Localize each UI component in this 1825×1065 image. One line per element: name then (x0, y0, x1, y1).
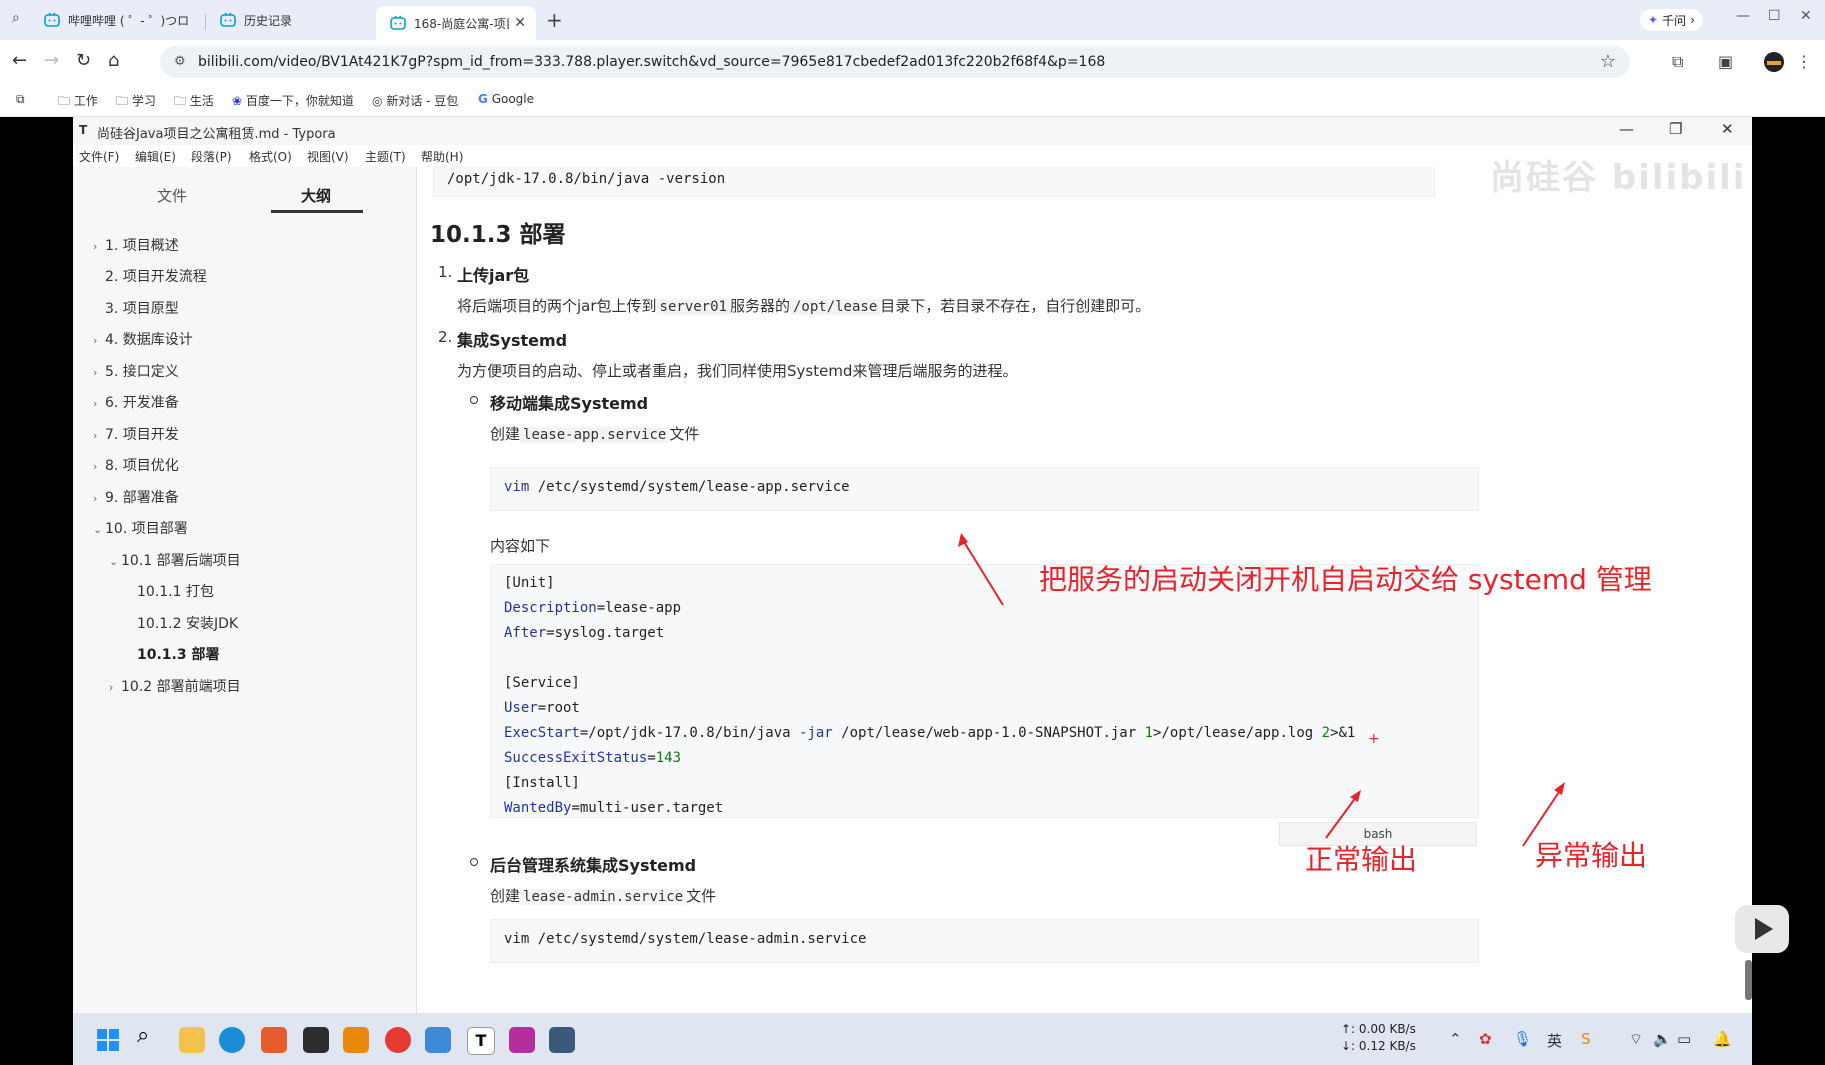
tray-app-icon[interactable]: S (1581, 1030, 1591, 1048)
remote-desktop-icon[interactable] (425, 1027, 451, 1053)
arrow-line (1522, 785, 1564, 847)
chrome-icon[interactable] (385, 1027, 411, 1053)
notification-bell-icon[interactable]: 🔔 (1713, 1030, 1732, 1048)
crosshair-icon: + (1368, 731, 1380, 747)
windows-start-icon[interactable] (95, 1027, 121, 1053)
browser-window: ⌕ 哔哩哔哩 ( ゜- ゜)つロ 历史记录 168-尚庭公寓-项目 ✕ + ✦ … (0, 0, 1825, 1065)
volume-icon[interactable]: 🔈 (1653, 1030, 1672, 1048)
net-download: ↓: 0.12 KB/s (1341, 1039, 1416, 1053)
app-icon[interactable] (261, 1027, 287, 1053)
terminal-icon[interactable] (303, 1027, 329, 1053)
battery-icon[interactable]: ▭ (1677, 1030, 1691, 1048)
intellij-icon[interactable] (509, 1027, 535, 1053)
net-upload: ↑: 0.00 KB/s (1341, 1022, 1416, 1036)
play-button[interactable] (1735, 905, 1789, 953)
taskbar: ⌕ T ↑: 0.00 KB/s ↓: 0.12 KB/s ⌃ ✿ 🎙 英 S … (73, 1013, 1752, 1065)
typora-icon[interactable]: T (467, 1027, 495, 1055)
tray-app-icon[interactable]: ✿ (1479, 1030, 1492, 1048)
arrow-line (960, 536, 1004, 606)
arrowhead-icon (1554, 782, 1565, 795)
chevron-up-icon[interactable]: ⌃ (1449, 1030, 1462, 1048)
microphone-icon[interactable]: 🎙 (1513, 1030, 1532, 1048)
app-icon[interactable] (549, 1027, 575, 1053)
network-speed: ↑: 0.00 KB/s ↓: 0.12 KB/s (1341, 1021, 1416, 1055)
input-method-icon[interactable]: 英 (1547, 1030, 1562, 1051)
scrollbar-thumb[interactable] (1745, 960, 1752, 1000)
edge-icon[interactable] (219, 1027, 245, 1053)
file-explorer-icon[interactable] (179, 1027, 205, 1053)
sublime-icon[interactable] (343, 1027, 369, 1053)
arrow-line (1325, 792, 1360, 839)
search-icon[interactable]: ⌕ (137, 1023, 163, 1049)
annotation-arrows: + (958, 533, 1565, 847)
arrowhead-icon (1350, 790, 1361, 802)
wifi-icon[interactable]: ⌔ (1629, 1030, 1643, 1049)
